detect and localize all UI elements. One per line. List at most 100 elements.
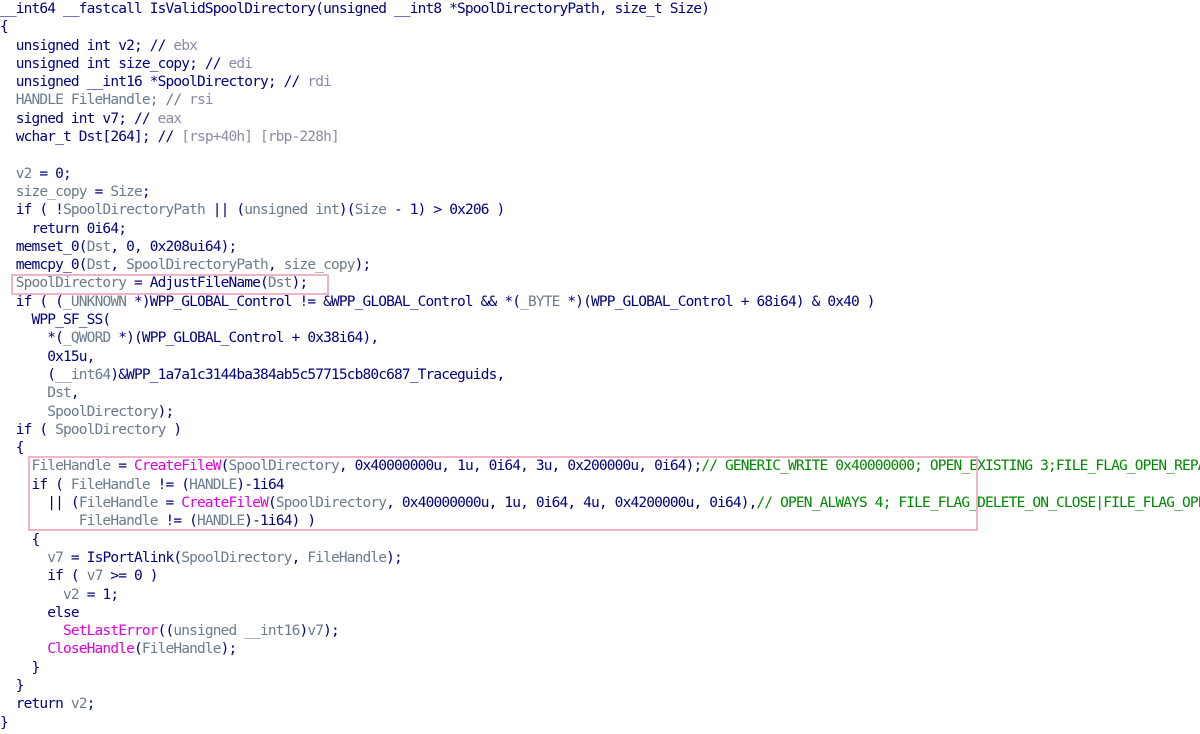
code-token: WPP_SF_SS( [0,312,112,329]
code-line[interactable]: 0x15u, [0,348,1200,366]
code-token: } [0,677,25,694]
code-token: size_copy [0,183,88,200]
code-token: )-1i64) ) [244,513,316,530]
code-line[interactable]: if ( v7 >= 0 ) [0,567,1200,585]
code-line[interactable]: unsigned int size_copy; // edi [0,55,1200,73]
code-line[interactable]: unsigned __int16 *SpoolDirectory; // rdi [0,73,1200,91]
code-token: } [0,659,41,676]
code-line[interactable]: memcpy_0(Dst, SpoolDirectoryPath, size_c… [0,256,1200,274]
code-line[interactable]: return v2; [0,695,1200,713]
code-token: != ( [157,513,198,530]
code-line[interactable]: } [0,714,1200,732]
code-token: CreateFileW [181,495,269,512]
code-token: _BYTE [520,293,560,310]
code-line[interactable]: v2 = 0; [0,165,1200,183]
code-token: signed int v7; // [0,110,158,127]
code-token: - 1) > 0x206 ) [386,202,505,219]
code-token: rdi [307,74,331,91]
code-token: *)WPP_GLOBAL_Control != &WPP_GLOBAL_Cont… [126,293,521,310]
code-token: CloseHandle [0,641,135,658]
code-token: } [0,714,9,731]
code-token: ); [157,403,175,420]
code-line[interactable]: { [0,531,1200,549]
code-token: SpoolDirectory [181,549,292,566]
code-token: else [0,604,79,621]
code-token: CreateFileW [133,458,222,475]
code-token: Size [354,202,387,219]
code-line[interactable]: FileHandle = CreateFileW(SpoolDirectory,… [0,457,1200,475]
code-line[interactable]: memset_0(Dst, 0, 0x208ui64); [0,238,1200,256]
code-token: rsi [189,92,213,109]
code-token: , [291,549,308,566]
code-token: Size [110,183,142,200]
code-token: v2 [0,165,33,182]
code-token: , [267,257,284,274]
code-line[interactable]: WPP_SF_SS( [0,311,1200,329]
code-line[interactable]: v2 = 1; [0,586,1200,604]
code-line[interactable]: return 0i64; [0,220,1200,238]
code-token: , 0x40000000u, 1u, 0i64, 4u, 0x4200000u,… [386,495,757,512]
code-line[interactable]: } [0,659,1200,677]
code-token: memcpy_0( [0,257,88,274]
code-line[interactable]: v7 = IsPortAlink(SpoolDirectory, FileHan… [0,549,1200,567]
code-token: , [70,385,80,402]
code-line[interactable]: else [0,604,1200,622]
code-token: { [0,440,25,457]
code-line[interactable]: HANDLE FileHandle; // rsi [0,91,1200,109]
code-line[interactable]: *(_QWORD *)(WPP_GLOBAL_Control + 0x38i64… [0,329,1200,347]
code-line[interactable]: { [0,439,1200,457]
code-token: // OPEN_ALWAYS 4; FILE_FLAG_DELETE_ON_CL… [756,495,1200,512]
code-token: ); [386,549,403,566]
code-token: >= 0 ) [102,568,158,585]
code-line[interactable]: __int64 __fastcall IsValidSpoolDirectory… [0,0,1200,18]
code-line[interactable]: if ( !SpoolDirectoryPath || (unsigned in… [0,201,1200,219]
code-line[interactable]: (__int64)&WPP_1a7a1c3144ba384ab5c57715cb… [0,366,1200,384]
code-token: != ( [149,476,190,493]
code-token: FileHandle [0,513,159,530]
code-line[interactable]: Dst, [0,384,1200,402]
code-token: unsigned __int16 *SpoolDirectory; // [0,74,308,91]
code-line[interactable]: FileHandle != (HANDLE)-1i64) ) [0,512,1200,530]
code-token: ); [354,257,372,274]
code-line[interactable]: SetLastError((unsigned __int16)v7); [0,622,1200,640]
code-line[interactable]: if ( (_UNKNOWN *)WPP_GLOBAL_Control != &… [0,293,1200,311]
code-token: memset_0( [0,238,88,255]
decompiled-code-view[interactable]: __int64 __fastcall IsValidSpoolDirectory… [0,0,1200,734]
code-token: = [157,495,182,512]
code-token: , 0, 0x208ui64); [110,238,237,255]
code-line[interactable]: if ( SpoolDirectory ) [0,421,1200,439]
code-token: ); [291,275,309,292]
code-token: wchar_t Dst[264]; // [0,129,182,146]
code-line[interactable]: if ( FileHandle != (HANDLE)-1i64 [0,476,1200,494]
code-token: ( [267,495,277,512]
code-token: *( [0,330,64,347]
code-line[interactable]: signed int v7; // eax [0,110,1200,128]
code-token: ); [323,623,340,640]
code-token: )( [338,202,356,219]
code-token: || ( [204,202,245,219]
code-line[interactable]: unsigned int v2; // ebx [0,37,1200,55]
code-token: ebx [173,37,197,54]
code-line[interactable]: SpoolDirectory); [0,403,1200,421]
code-token: unsigned int [244,202,339,219]
code-line[interactable]: { [0,18,1200,36]
code-token: || ( [0,495,79,512]
code-token: = [110,458,134,475]
code-token: edi [228,55,253,72]
code-line[interactable]: size_copy = Size; [0,183,1200,201]
code-line[interactable] [0,146,1200,164]
code-line[interactable]: CloseHandle(FileHandle); [0,640,1200,658]
code-token: { [0,531,41,548]
code-line[interactable]: } [0,677,1200,695]
code-line[interactable]: SpoolDirectory = AdjustFileName(Dst); [0,274,1200,292]
code-token: HANDLE FileHandle; // [0,92,190,109]
code-token: if ( ! [0,202,64,219]
code-token: *)(WPP_GLOBAL_Control + 68i64) & 0x40 ) [559,293,875,310]
code-line[interactable]: wchar_t Dst[264]; // [rsp+40h] [rbp-228h… [0,128,1200,146]
code-token: eax [157,110,182,127]
code-token: )-1i64 [236,476,284,493]
code-token: ( [220,458,230,475]
code-line[interactable]: || (FileHandle = CreateFileW(SpoolDirect… [0,494,1200,512]
code-token: _UNKNOWN [63,293,127,310]
code-token: return 0i64; [0,220,127,237]
